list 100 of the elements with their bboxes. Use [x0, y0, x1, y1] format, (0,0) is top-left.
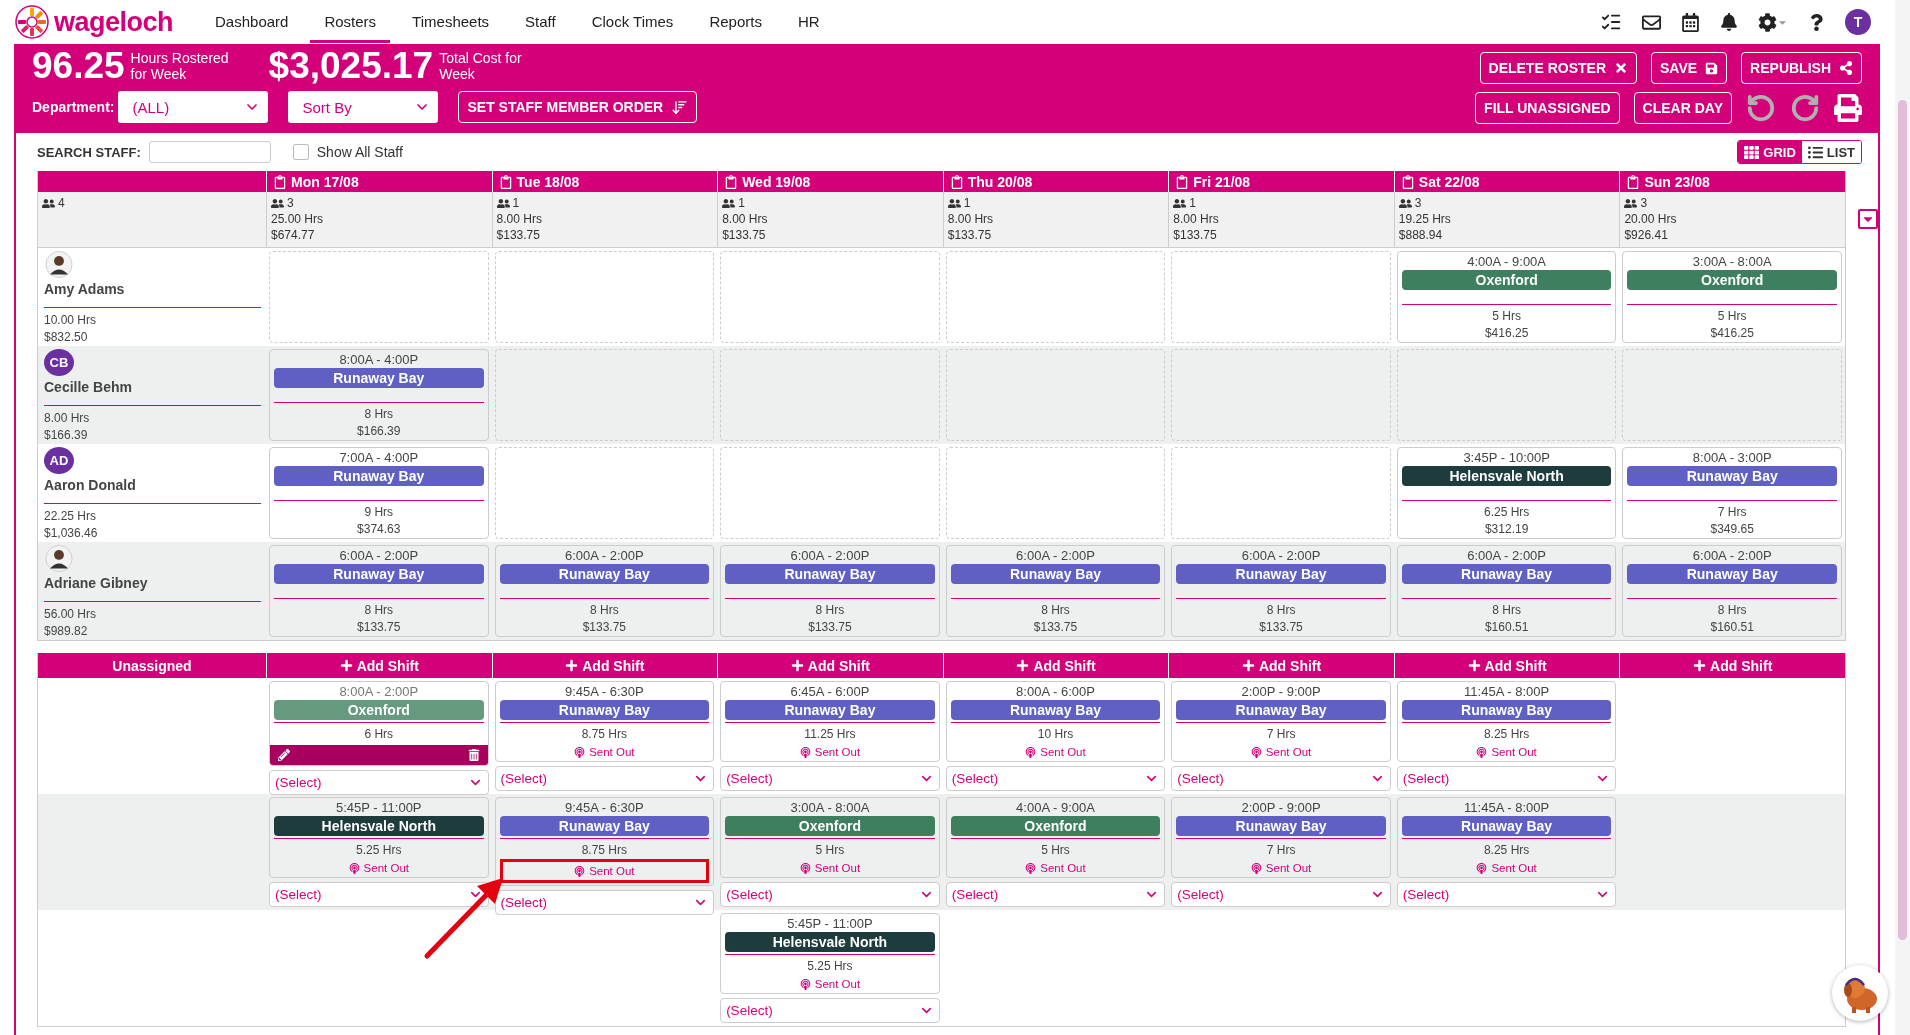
staff-order-button[interactable]: SET STAFF MEMBER ORDER	[458, 91, 698, 123]
shift-cost: $166.39	[356, 423, 402, 440]
assign-select[interactable]: (Select)	[945, 766, 1166, 791]
assign-select[interactable]: (Select)	[945, 882, 1166, 907]
sort-select[interactable]: Sort By	[288, 91, 439, 123]
shift-card[interactable]: 6:00A - 2:00P Runaway Bay 8 Hrs $133.75	[1171, 545, 1391, 637]
assign-select[interactable]: (Select)	[269, 770, 489, 795]
clipboard-icon[interactable]	[1400, 174, 1415, 189]
shift-card[interactable]: 6:45A - 6:00P Runaway Bay 11.25 Hrs Sent Out	[720, 681, 940, 762]
status-text: Sent Out	[1491, 862, 1537, 874]
nav-tab[interactable]: Reports	[695, 1, 776, 43]
shift-card[interactable]: 3:45P - 10:00P Helensvale North 6.25 Hrs $312.19	[1396, 447, 1617, 539]
shift-hours: 8.75 Hrs	[580, 842, 628, 859]
broadcast-icon	[1025, 862, 1037, 874]
clipboard-icon[interactable]	[1626, 174, 1641, 189]
shift-time: 3:00A - 8:00A	[1691, 254, 1773, 270]
assign-select[interactable]: (Select)	[720, 882, 940, 907]
shift-card[interactable]: 3:00A - 8:00A Oxenford 5 Hrs Sent Out	[720, 797, 940, 878]
assign-select[interactable]: (Select)	[269, 882, 489, 907]
add-shift-button[interactable]: Add Shift	[491, 653, 718, 678]
people-icon	[947, 196, 961, 210]
print-icon[interactable]	[1834, 94, 1862, 122]
assign-select[interactable]: (Select)	[494, 890, 715, 915]
shift-card[interactable]: 2:00P - 9:00P Runaway Bay 7 Hrs Sent Out	[1171, 681, 1391, 762]
shift-card[interactable]: 11:45A - 8:00P Runaway Bay 8.25 Hrs Sent Out	[1396, 797, 1617, 878]
clipboard-icon[interactable]	[1175, 174, 1190, 189]
shift-time: 8:00A - 6:00P	[1015, 684, 1096, 700]
clipboard-icon[interactable]	[498, 174, 513, 189]
shift-card[interactable]: 7:00A - 4:00P Runaway Bay 9 Hrs $374.63	[269, 447, 489, 539]
action-button[interactable]: DELETE ROSTER	[1479, 52, 1637, 84]
shift-card[interactable]: 8:00A - 3:00P Runaway Bay 7 Hrs $349.65	[1622, 447, 1842, 539]
tool-button[interactable]: CLEAR DAY	[1633, 92, 1732, 124]
add-shift-button[interactable]: Add Shift	[1168, 653, 1394, 678]
assign-select[interactable]: (Select)	[1396, 882, 1617, 907]
clipboard-icon[interactable]	[949, 174, 964, 189]
shift-card[interactable]: 6:00A - 2:00P Runaway Bay 8 Hrs $133.75	[720, 545, 940, 637]
staff-cost: $989.82	[44, 623, 89, 640]
nav-tab[interactable]: HR	[783, 1, 834, 43]
department-select[interactable]: (ALL)	[118, 91, 269, 123]
assign-select[interactable]: (Select)	[720, 766, 940, 791]
shift-time: 11:45A - 8:00P	[1463, 684, 1551, 700]
shift-card[interactable]: 11:45A - 8:00P Runaway Bay 8.25 Hrs Sent Out	[1396, 681, 1617, 762]
shift-card[interactable]: 2:00P - 9:00P Runaway Bay 7 Hrs Sent Out	[1171, 797, 1391, 878]
search-field[interactable]	[148, 141, 271, 163]
shift-card[interactable]: 4:00A - 9:00A Oxenford 5 Hrs Sent Out	[945, 797, 1166, 878]
shift-cost: $133.75	[807, 619, 853, 636]
bell-icon[interactable]	[1720, 13, 1738, 31]
help-icon[interactable]	[1808, 13, 1825, 31]
shift-time: 2:00P - 9:00P	[1240, 800, 1322, 816]
location-tag: Runaway Bay	[499, 816, 710, 836]
shift-hours: 7 Hrs	[1265, 842, 1297, 859]
shift-card[interactable]: 9:45A - 6:30P Runaway Bay 8.75 Hrs Sent Out	[494, 681, 715, 762]
chat-button[interactable]	[1832, 965, 1888, 1021]
mail-icon[interactable]	[1642, 12, 1661, 32]
nav-tab[interactable]: Dashboard	[201, 1, 303, 43]
add-shift-button[interactable]: Add Shift	[942, 653, 1169, 678]
shift-card[interactable]: 6:00A - 2:00P Runaway Bay 8 Hrs $160.51	[1396, 545, 1617, 637]
delete-icon[interactable]	[467, 749, 480, 761]
shift-card[interactable]: 5:45P - 11:00P Helensvale North 5.25 Hrs Sent Out	[720, 913, 940, 994]
shift-hours: 7 Hrs	[1265, 726, 1297, 743]
assign-select[interactable]: (Select)	[1396, 766, 1617, 791]
shift-card[interactable]: 6:00A - 2:00P Runaway Bay 8 Hrs $133.75	[945, 545, 1166, 637]
shift-card[interactable]: 6:00A - 2:00P Runaway Bay 8 Hrs $133.75	[494, 545, 715, 637]
nav-tab[interactable]: Staff	[511, 1, 570, 43]
assign-select[interactable]: (Select)	[720, 998, 940, 1023]
shift-card[interactable]: 6:00A - 2:00P Runaway Bay 8 Hrs $160.51	[1622, 545, 1842, 637]
calendar-icon[interactable]	[1681, 12, 1700, 32]
broadcast-icon	[799, 978, 811, 990]
add-shift-button[interactable]: Add Shift	[266, 653, 492, 678]
assign-select[interactable]: (Select)	[1171, 882, 1391, 907]
action-button[interactable]: REPUBLISH	[1741, 52, 1862, 84]
settings-icon[interactable]	[1758, 12, 1777, 32]
day-heading: Fri 21/08	[1193, 173, 1251, 190]
checkbox[interactable]	[292, 144, 309, 160]
scrollbar-thumb[interactable]	[1898, 100, 1907, 940]
broadcast-icon	[799, 746, 811, 758]
add-shift-button[interactable]: Add Shift	[717, 653, 943, 678]
tool-button[interactable]: FILL UNASSIGNED	[1475, 92, 1620, 124]
shift-card[interactable]: 5:45P - 11:00P Helensvale North 5.25 Hrs Sent Out	[269, 797, 489, 878]
clipboard-icon[interactable]	[273, 174, 287, 189]
user-avatar[interactable]: T	[1845, 9, 1871, 35]
nav-tab[interactable]: Timesheets	[398, 1, 504, 43]
broadcast-icon	[1476, 746, 1488, 758]
assign-select[interactable]: (Select)	[494, 766, 715, 791]
shift-card[interactable]: 8:00A - 2:00P Oxenford 6 Hrs	[269, 681, 489, 766]
view-toggle[interactable]: GRID	[1738, 141, 1802, 163]
shift-card[interactable]: 6:00A - 2:00P Runaway Bay 8 Hrs $133.75	[269, 545, 489, 637]
add-shift-button[interactable]: Add Shift	[1393, 653, 1620, 678]
action-button[interactable]: SAVE	[1651, 52, 1728, 84]
edit-icon[interactable]	[278, 749, 290, 761]
shift-card[interactable]: 8:00A - 4:00P Runaway Bay 8 Hrs $166.39	[269, 349, 489, 441]
assign-select[interactable]: (Select)	[1171, 766, 1391, 791]
shift-card[interactable]: 8:00A - 6:00P Runaway Bay 10 Hrs Sent Out	[945, 681, 1166, 762]
clipboard-icon[interactable]	[724, 174, 739, 189]
shift-time: 6:00A - 2:00P	[789, 548, 871, 564]
collapse-toggle[interactable]	[1858, 209, 1878, 229]
nav-tab[interactable]: Clock Times	[577, 1, 688, 43]
shift-card[interactable]: 3:00A - 8:00A Oxenford 5 Hrs $416.25	[1622, 251, 1842, 343]
shift-card[interactable]: 4:00A - 9:00A Oxenford 5 Hrs $416.25	[1396, 251, 1617, 343]
add-shift-button[interactable]: Add Shift	[1619, 653, 1845, 678]
